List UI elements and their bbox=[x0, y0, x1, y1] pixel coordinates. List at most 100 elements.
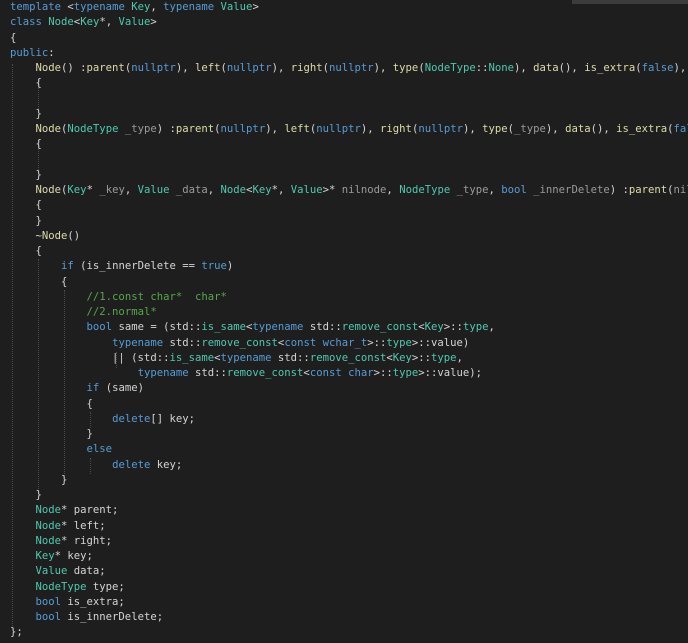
code-token: type bbox=[392, 62, 419, 74]
code-token: ), bbox=[514, 62, 534, 74]
code-token: bool bbox=[35, 595, 62, 608]
code-line[interactable]: Node() :parent(nullptr), left(nullptr), … bbox=[10, 61, 688, 76]
code-line[interactable]: Node* right; bbox=[10, 534, 688, 549]
code-line[interactable]: delete[] key; bbox=[10, 412, 688, 427]
code-line[interactable]: delete key; bbox=[10, 458, 688, 473]
code-token: { bbox=[10, 275, 68, 288]
code-token: false bbox=[641, 62, 674, 74]
code-line[interactable]: else bbox=[10, 442, 688, 457]
code-token: } bbox=[10, 428, 93, 440]
code-token: data bbox=[533, 62, 559, 74]
code-token: >:: bbox=[411, 351, 432, 364]
code-token: false bbox=[673, 123, 688, 135]
code-token: Value bbox=[137, 184, 170, 196]
code-token: else bbox=[86, 443, 113, 456]
code-line[interactable]: { bbox=[10, 198, 688, 213]
code-token: left bbox=[284, 123, 310, 135]
code-line[interactable]: || (std::is_same<typename std::remove_co… bbox=[10, 351, 688, 366]
code-token: remove_const bbox=[201, 336, 278, 349]
code-line[interactable]: if (same) bbox=[10, 381, 688, 396]
code-token: std:: bbox=[163, 336, 202, 349]
code-line[interactable] bbox=[10, 92, 688, 107]
code-line[interactable]: { bbox=[10, 31, 688, 46]
code-token: } bbox=[10, 489, 42, 501]
code-line[interactable]: } bbox=[10, 473, 688, 488]
code-token: _data bbox=[175, 184, 208, 196]
code-token: * left; bbox=[61, 519, 106, 532]
code-token: Value bbox=[118, 16, 151, 29]
code-line[interactable]: Key* key; bbox=[10, 549, 688, 564]
code-token: right bbox=[290, 62, 323, 74]
code-line[interactable]: bool same = (std::is_same<typename std::… bbox=[10, 320, 688, 335]
code-token: (is_innerDelete == bbox=[73, 260, 202, 273]
code-line[interactable]: { bbox=[10, 244, 688, 259]
code-token: nullptr bbox=[316, 123, 361, 135]
code-line[interactable]: { bbox=[10, 397, 688, 412]
code-token: NodeType bbox=[399, 184, 451, 196]
code-line[interactable]: } bbox=[10, 214, 688, 229]
code-line[interactable]: { bbox=[10, 137, 688, 152]
code-token: Value bbox=[290, 184, 323, 196]
code-token: Node bbox=[35, 519, 62, 532]
code-token: * bbox=[86, 184, 100, 196]
code-lines[interactable]: template <typename Key, typename Value> c… bbox=[10, 0, 688, 641]
code-token: same = (std:: bbox=[112, 321, 202, 334]
code-line[interactable]: Node* parent; bbox=[10, 503, 688, 518]
code-token: Node bbox=[35, 534, 62, 547]
code-token: { bbox=[10, 245, 42, 257]
code-token: * parent; bbox=[61, 504, 119, 517]
code-token: std:: bbox=[271, 351, 310, 364]
code-token: is_same bbox=[169, 351, 215, 364]
code-token: const bbox=[309, 367, 342, 379]
code-token: type bbox=[392, 367, 419, 379]
code-token: delete bbox=[112, 458, 151, 471]
code-token: data; bbox=[67, 565, 106, 578]
code-line[interactable]: Value data; bbox=[10, 564, 688, 579]
code-token: * right; bbox=[61, 534, 113, 547]
code-line[interactable]: Node* left; bbox=[10, 519, 688, 534]
code-line[interactable]: Node(NodeType _type) :parent(nullptr), l… bbox=[10, 122, 688, 137]
code-line[interactable]: } bbox=[10, 107, 688, 122]
code-token: typename bbox=[112, 336, 164, 349]
code-line[interactable]: class Node<Key*, Value> bbox=[10, 15, 688, 30]
code-token: data bbox=[565, 123, 591, 135]
code-line[interactable]: } bbox=[10, 488, 688, 503]
code-token: if bbox=[86, 382, 100, 395]
code-line[interactable] bbox=[10, 153, 688, 168]
code-token: parent bbox=[86, 62, 125, 74]
code-token: Key bbox=[80, 16, 100, 29]
code-line[interactable]: template <typename Key, typename Value> bbox=[10, 0, 688, 15]
code-line[interactable]: bool is_innerDelete; bbox=[10, 610, 688, 625]
code-line[interactable]: typename std::remove_const<const char>::… bbox=[10, 366, 688, 381]
code-editor[interactable]: template <typename Key, typename Value> c… bbox=[0, 0, 688, 643]
code-token: : bbox=[48, 46, 55, 59]
code-token: } bbox=[10, 473, 68, 486]
code-line[interactable]: } bbox=[10, 427, 688, 442]
code-line[interactable]: //1.const char* char* bbox=[10, 290, 688, 305]
code-token: parent bbox=[628, 184, 668, 196]
code-token: type bbox=[482, 123, 508, 135]
code-token: nilnode bbox=[341, 184, 387, 196]
code-token: bool bbox=[86, 321, 113, 334]
code-line[interactable]: NodeType type; bbox=[10, 580, 688, 595]
code-line[interactable]: bool is_extra; bbox=[10, 595, 688, 610]
code-line[interactable]: { bbox=[10, 275, 688, 290]
code-line[interactable]: //2.normal* bbox=[10, 305, 688, 320]
code-line[interactable]: typename std::remove_const<const wchar_t… bbox=[10, 336, 688, 351]
code-line[interactable]: public: bbox=[10, 46, 688, 61]
code-line[interactable]: ~Node() bbox=[10, 229, 688, 244]
code-line[interactable]: if (is_innerDelete == true) bbox=[10, 259, 688, 274]
code-line[interactable]: { bbox=[10, 76, 688, 91]
code-line[interactable]: }; bbox=[10, 625, 688, 640]
code-line[interactable]: Node(Key* _key, Value _data, Node<Key*, … bbox=[10, 183, 688, 198]
code-line[interactable]: } bbox=[10, 168, 688, 183]
code-token: parent bbox=[175, 123, 215, 135]
